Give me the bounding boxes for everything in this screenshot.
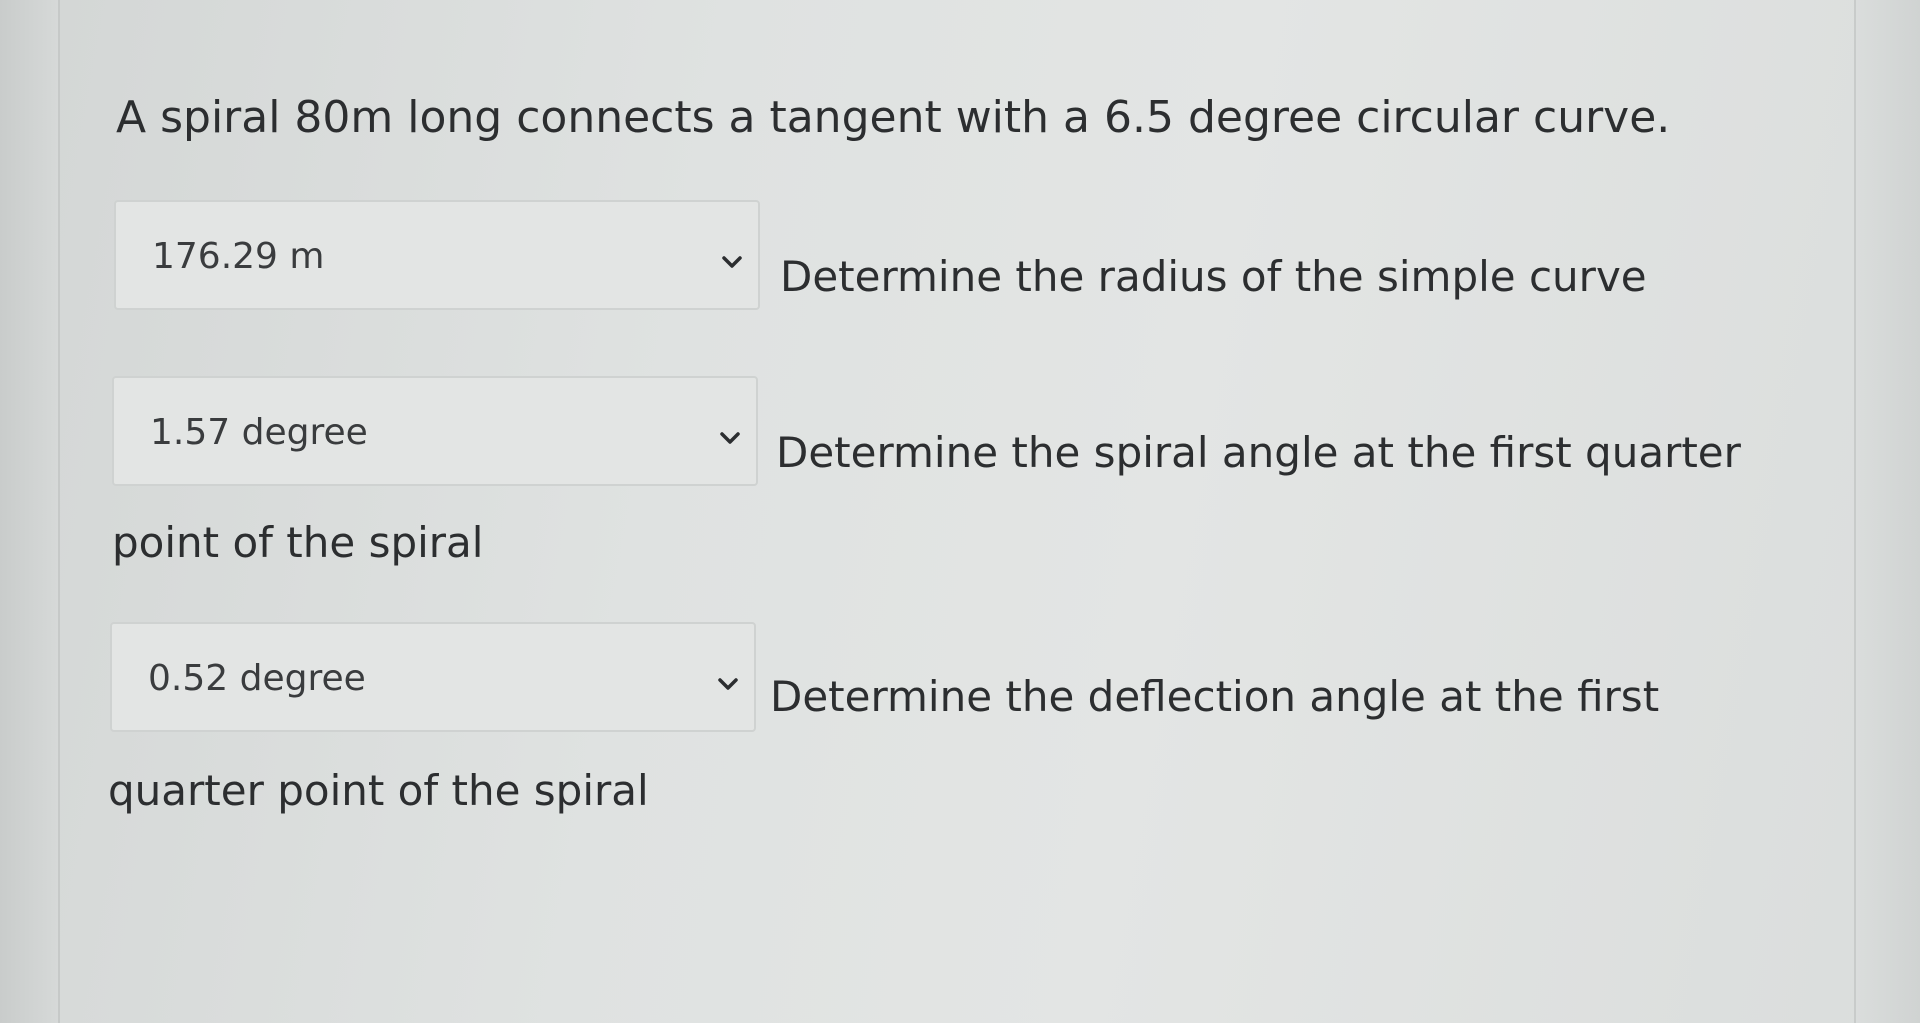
prompt-spiral-angle-continuation: point of the spiral xyxy=(112,518,484,567)
right-border xyxy=(1854,0,1920,1023)
prompt-deflection-angle: Determine the deflection angle at the fi… xyxy=(770,672,1660,721)
screen: A spiral 80m long connects a tangent wit… xyxy=(0,0,1920,1023)
chevron-down-icon xyxy=(718,426,742,450)
answer-select-1[interactable]: 176.29 m xyxy=(114,200,760,310)
answer-select-1-value: 176.29 m xyxy=(152,236,325,277)
chevron-down-icon xyxy=(720,250,744,274)
prompt-spiral-angle: Determine the spiral angle at the first … xyxy=(776,428,1741,477)
prompt-deflection-angle-continuation: quarter point of the spiral xyxy=(108,766,649,815)
chevron-down-icon xyxy=(716,672,740,696)
left-border xyxy=(0,0,60,1023)
answer-select-3[interactable]: 0.52 degree xyxy=(110,622,756,732)
question-text: A spiral 80m long connects a tangent wit… xyxy=(116,92,1671,143)
answer-select-2-value: 1.57 degree xyxy=(150,412,368,453)
answer-select-2[interactable]: 1.57 degree xyxy=(112,376,758,486)
prompt-radius: Determine the radius of the simple curve xyxy=(780,252,1647,301)
answer-select-3-value: 0.52 degree xyxy=(148,658,366,699)
